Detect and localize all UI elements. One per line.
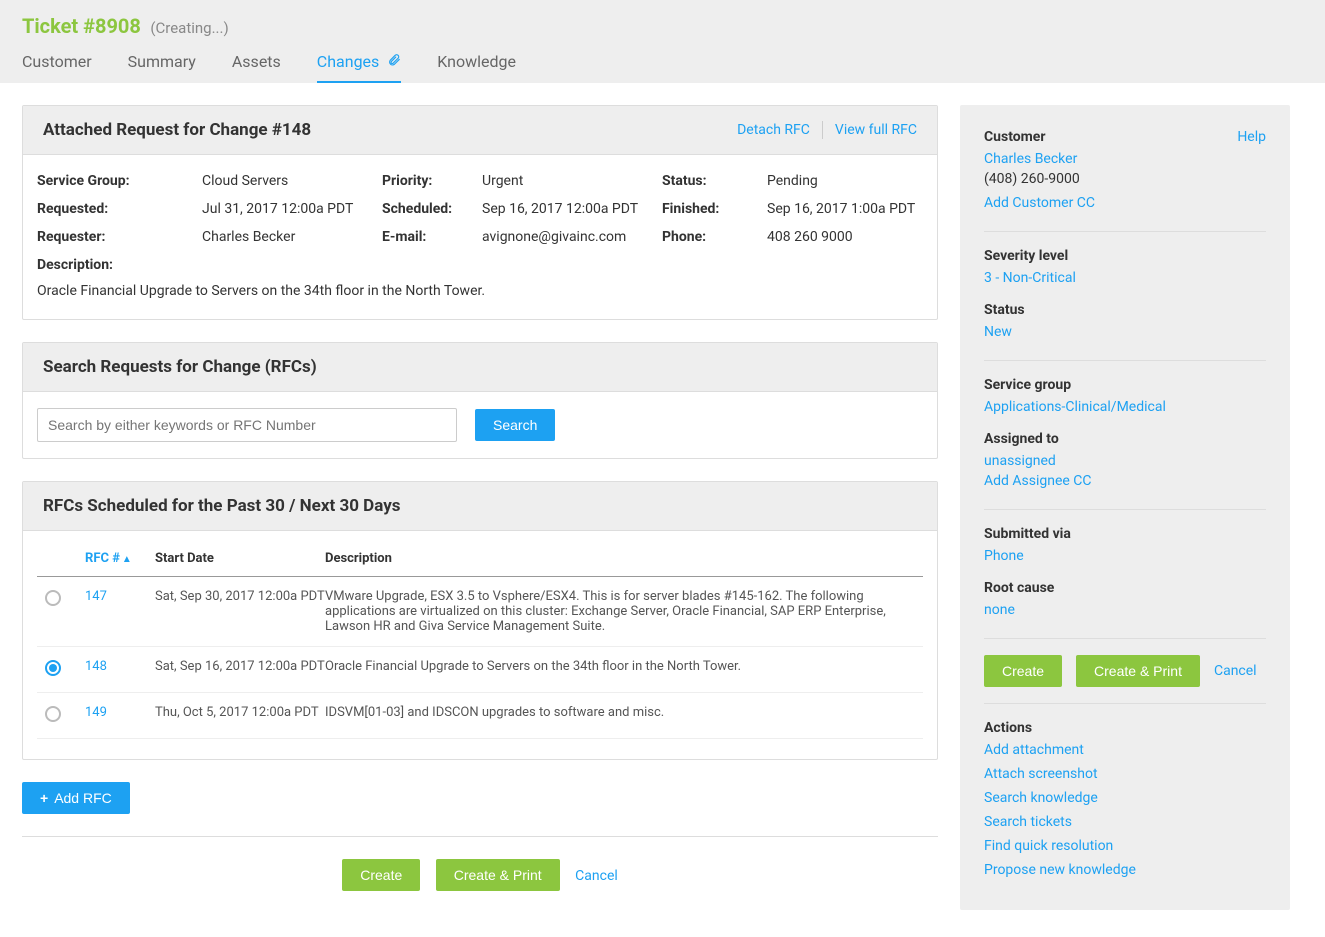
email-label: E-mail: [382, 229, 482, 245]
search-rfcs-panel: Search Requests for Change (RFCs) Search [22, 342, 938, 459]
finished-value: Sep 16, 2017 1:00a PDT [767, 201, 923, 217]
rfc-number-link[interactable]: 147 [85, 589, 155, 604]
finished-label: Finished: [662, 201, 767, 217]
create-button[interactable]: Create [342, 859, 420, 891]
requested-value: Jul 31, 2017 12:00a PDT [202, 201, 382, 217]
tab-customer[interactable]: Customer [22, 52, 92, 83]
col-rfc-number[interactable]: RFC #▲ [85, 551, 155, 566]
search-rfcs-title: Search Requests for Change (RFCs) [43, 357, 317, 377]
detach-rfc-link[interactable]: Detach RFC [737, 122, 810, 138]
sidebar-root-cause-label: Root cause [984, 580, 1054, 596]
page-title-status: (Creating...) [150, 19, 228, 37]
rfc-description: IDSVM[01-03] and IDSCON upgrades to soft… [325, 705, 923, 720]
requester-label: Requester: [37, 229, 202, 245]
create-print-button[interactable]: Create & Print [436, 859, 560, 891]
scheduled-label: Scheduled: [382, 201, 482, 217]
service-group-value: Cloud Servers [202, 173, 382, 189]
phone-label: Phone: [662, 229, 767, 245]
sidebar-severity-label: Severity level [984, 248, 1068, 264]
sidebar-submitted-value[interactable]: Phone [984, 548, 1266, 564]
rfc-row: 149 Thu, Oct 5, 2017 12:00a PDT IDSVM[01… [37, 693, 923, 739]
rfc-radio[interactable] [45, 706, 61, 722]
sidebar-severity-value[interactable]: 3 - Non-Critical [984, 270, 1266, 286]
add-assignee-cc-link[interactable]: Add Assignee CC [984, 473, 1266, 489]
scheduled-rfcs-title: RFCs Scheduled for the Past 30 / Next 30… [43, 496, 401, 516]
help-link[interactable]: Help [1237, 129, 1266, 145]
action-add-attachment[interactable]: Add attachment [984, 742, 1266, 758]
status-value: Pending [767, 173, 923, 189]
tab-assets[interactable]: Assets [232, 52, 281, 83]
rfc-description: Oracle Financial Upgrade to Servers on t… [325, 659, 923, 674]
sidebar-assigned-label: Assigned to [984, 431, 1059, 447]
tab-changes[interactable]: Changes [317, 52, 401, 83]
action-attach-screenshot[interactable]: Attach screenshot [984, 766, 1266, 782]
tab-knowledge[interactable]: Knowledge [437, 52, 516, 83]
sidebar-assigned-value[interactable]: unassigned [984, 453, 1266, 469]
rfc-radio[interactable] [45, 590, 61, 606]
phone-value: 408 260 9000 [767, 229, 923, 245]
sidebar-service-group-label: Service group [984, 377, 1071, 393]
description-label: Description: [37, 257, 923, 273]
priority-value: Urgent [482, 173, 662, 189]
sidebar-create-print-button[interactable]: Create & Print [1076, 655, 1200, 687]
sidebar-cancel-link[interactable]: Cancel [1214, 663, 1257, 679]
sort-asc-icon: ▲ [122, 554, 132, 565]
rfc-description: VMware Upgrade, ESX 3.5 to Vsphere/ESX4.… [325, 589, 923, 634]
status-label: Status: [662, 173, 767, 189]
page-title: Ticket #8908 [22, 14, 141, 38]
sidebar-service-group-value[interactable]: Applications-Clinical/Medical [984, 399, 1266, 415]
sidebar-create-button[interactable]: Create [984, 655, 1062, 687]
sidebar-customer-label: Customer [984, 129, 1045, 145]
tab-summary[interactable]: Summary [128, 52, 196, 83]
col-start-date[interactable]: Start Date [155, 551, 325, 566]
email-value: avignone@givainc.com [482, 229, 662, 245]
rfc-start-date: Sat, Sep 16, 2017 12:00a PDT [155, 659, 325, 674]
sidebar-status-value[interactable]: New [984, 324, 1266, 340]
sidebar-customer-phone: (408) 260-9000 [984, 171, 1266, 187]
description-value: Oracle Financial Upgrade to Servers on t… [37, 283, 923, 299]
sidebar-panel: Customer Help Charles Becker (408) 260-9… [960, 105, 1290, 910]
sidebar-status-label: Status [984, 302, 1025, 318]
attached-rfc-title: Attached Request for Change #148 [43, 120, 311, 140]
priority-label: Priority: [382, 173, 482, 189]
requested-label: Requested: [37, 201, 202, 217]
rfc-row: 148 Sat, Sep 16, 2017 12:00a PDT Oracle … [37, 647, 923, 693]
col-description[interactable]: Description [325, 551, 923, 566]
tabs: Customer Summary Assets Changes Knowledg… [22, 52, 1303, 83]
action-search-knowledge[interactable]: Search knowledge [984, 790, 1266, 806]
rfc-start-date: Thu, Oct 5, 2017 12:00a PDT [155, 705, 325, 720]
add-customer-cc-link[interactable]: Add Customer CC [984, 195, 1266, 211]
add-rfc-button[interactable]: +Add RFC [22, 782, 130, 814]
tab-changes-label: Changes [317, 52, 380, 71]
action-search-tickets[interactable]: Search tickets [984, 814, 1266, 830]
rfc-number-link[interactable]: 148 [85, 659, 155, 674]
separator [822, 121, 823, 139]
search-button[interactable]: Search [475, 409, 555, 441]
requester-value: Charles Becker [202, 229, 382, 245]
rfc-start-date: Sat, Sep 30, 2017 12:00a PDT [155, 589, 325, 604]
rfc-number-link[interactable]: 149 [85, 705, 155, 720]
sidebar-customer-name[interactable]: Charles Becker [984, 151, 1266, 167]
attached-rfc-panel: Attached Request for Change #148 Detach … [22, 105, 938, 320]
plus-icon: + [40, 790, 48, 806]
search-input[interactable] [37, 408, 457, 442]
sidebar-actions-label: Actions [984, 720, 1032, 736]
scheduled-value: Sep 16, 2017 12:00a PDT [482, 201, 662, 217]
cancel-link[interactable]: Cancel [575, 868, 618, 884]
attachment-icon [387, 53, 401, 71]
sidebar-root-cause-value[interactable]: none [984, 602, 1266, 618]
rfc-row: 147 Sat, Sep 30, 2017 12:00a PDT VMware … [37, 577, 923, 647]
action-find-quick-resolution[interactable]: Find quick resolution [984, 838, 1266, 854]
rfc-radio[interactable] [45, 660, 61, 676]
sidebar-submitted-label: Submitted via [984, 526, 1071, 542]
service-group-label: Service Group: [37, 173, 202, 189]
action-propose-new-knowledge[interactable]: Propose new knowledge [984, 862, 1266, 878]
view-full-rfc-link[interactable]: View full RFC [835, 122, 917, 138]
scheduled-rfcs-panel: RFCs Scheduled for the Past 30 / Next 30… [22, 481, 938, 760]
